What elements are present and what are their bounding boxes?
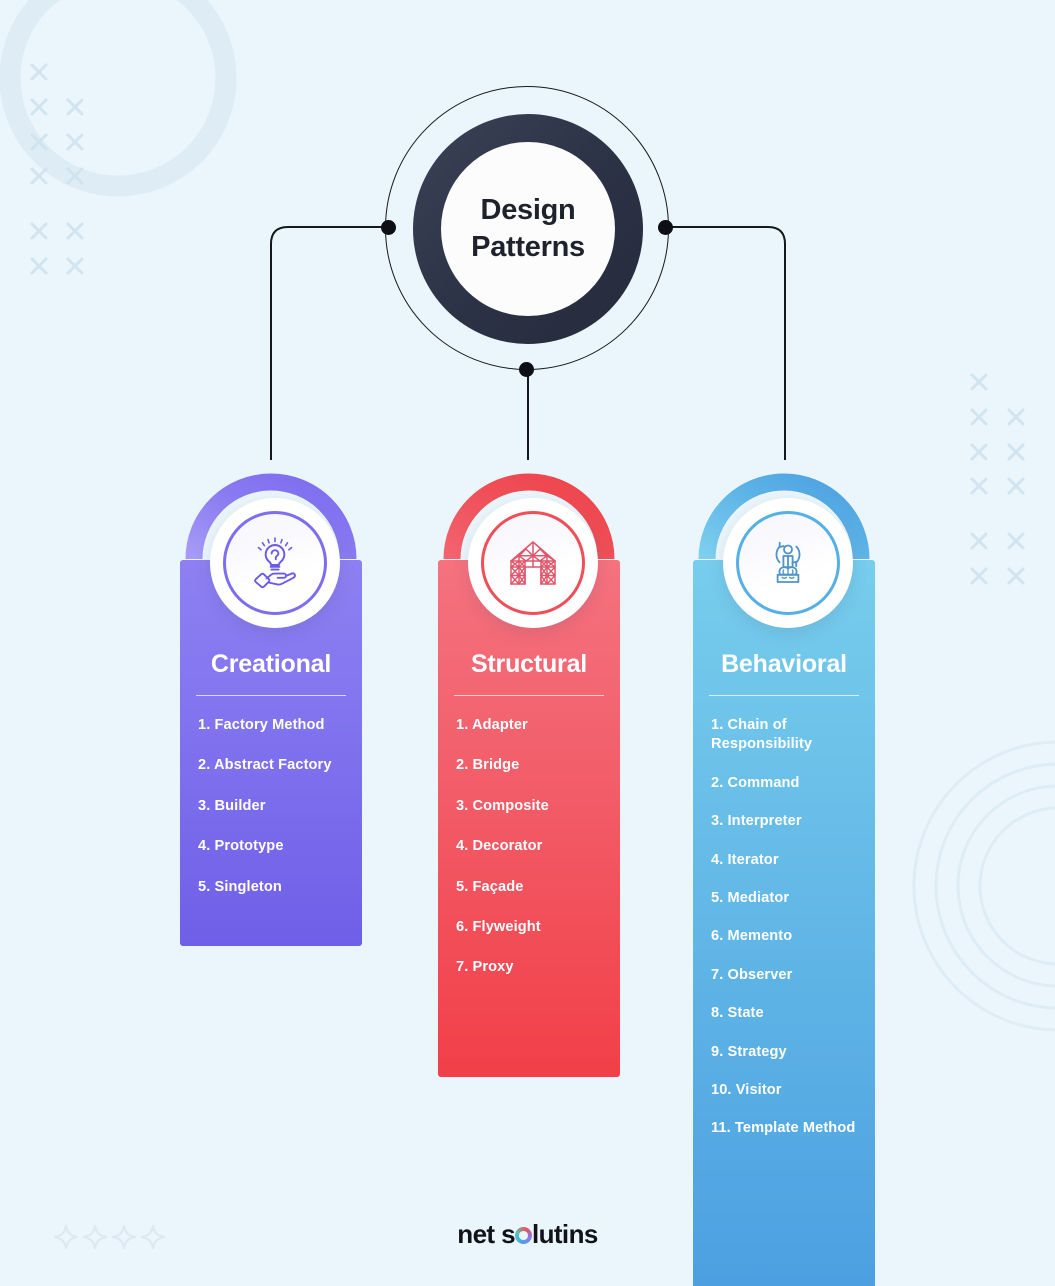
list-item: 5. Mediator	[711, 890, 790, 907]
list-item: 1. Adapter	[456, 717, 528, 733]
list-item: 9. Strategy	[711, 1043, 787, 1060]
list-item: 11. Template Method	[711, 1120, 856, 1137]
hub-title-line-1: Design	[480, 193, 576, 226]
badge-behavioral	[723, 498, 853, 628]
card-divider	[196, 695, 346, 696]
list-item: 1. Factory Method	[198, 717, 325, 733]
lightbulb-in-hand-icon	[254, 537, 296, 589]
card-structural: Structural 1. Adapter 2. Bridge 3. Compo…	[438, 560, 620, 1077]
list-item: 1. Chain of Responsibility	[711, 717, 813, 753]
truss-house-structure-icon	[510, 541, 556, 585]
list-item: 3. Interpreter	[711, 813, 802, 830]
list-item: 6. Memento	[711, 928, 793, 945]
logo-gradient-o-icon	[514, 1227, 532, 1244]
card-divider	[454, 695, 604, 696]
card-behavioral: Behavioral 1. Chain of Responsibility 2.…	[693, 560, 875, 1286]
badge-structural	[468, 498, 598, 628]
card-title-structural: Structural	[470, 650, 588, 678]
card-title-creational: Creational	[210, 650, 332, 678]
list-item: 7. Observer	[711, 966, 793, 983]
list-item: 8. State	[711, 1005, 764, 1022]
list-item: 2. Command	[711, 774, 800, 791]
card-title-behavioral: Behavioral	[721, 650, 847, 678]
pattern-list-structural: 1. Adapter 2. Bridge 3. Composite 4. Dec…	[438, 716, 620, 978]
hub-title-line-2: Patterns	[471, 231, 585, 263]
list-item: 2. Abstract Factory	[198, 757, 332, 774]
logo-text-prefix: net s	[457, 1219, 515, 1249]
brand-logo: net s lutins	[0, 1219, 1055, 1250]
list-item: 6. Flyweight	[456, 919, 541, 936]
hub-core: Design Patterns	[441, 142, 615, 316]
list-item: 4. Decorator	[456, 838, 543, 855]
hub-connector-dot-right	[658, 220, 673, 235]
central-hub: Design Patterns	[381, 86, 673, 377]
list-item: 7. Proxy	[456, 959, 514, 976]
list-item: 5. Façade	[456, 878, 524, 895]
hub-connector-dot-bottom	[519, 362, 534, 377]
list-item: 4. Iterator	[711, 851, 779, 868]
person-brain-cycle-icon	[775, 541, 801, 583]
badge-creational	[210, 498, 340, 628]
card-divider	[709, 695, 859, 696]
pattern-list-creational: 1. Factory Method 2. Abstract Factory 3.…	[180, 716, 362, 897]
logo-text-end: ns	[568, 1219, 599, 1249]
pattern-list-behavioral: 1. Chain of Responsibility 2. Command 3.…	[693, 716, 875, 1139]
list-item: 4. Prototype	[198, 838, 284, 855]
list-item: 3. Builder	[198, 797, 266, 814]
list-item: 3. Composite	[456, 797, 549, 814]
list-item: 5. Singleton	[198, 878, 282, 895]
list-item: 2. Bridge	[456, 757, 520, 774]
logo-text-suffix: luti	[531, 1219, 569, 1249]
infographic-canvas: Design Patterns Creational 1. Factory Me…	[0, 0, 1055, 1286]
hub-connector-dot-left	[381, 220, 396, 235]
list-item: 10. Visitor	[711, 1082, 782, 1099]
page-title: Design Patterns	[471, 192, 585, 266]
